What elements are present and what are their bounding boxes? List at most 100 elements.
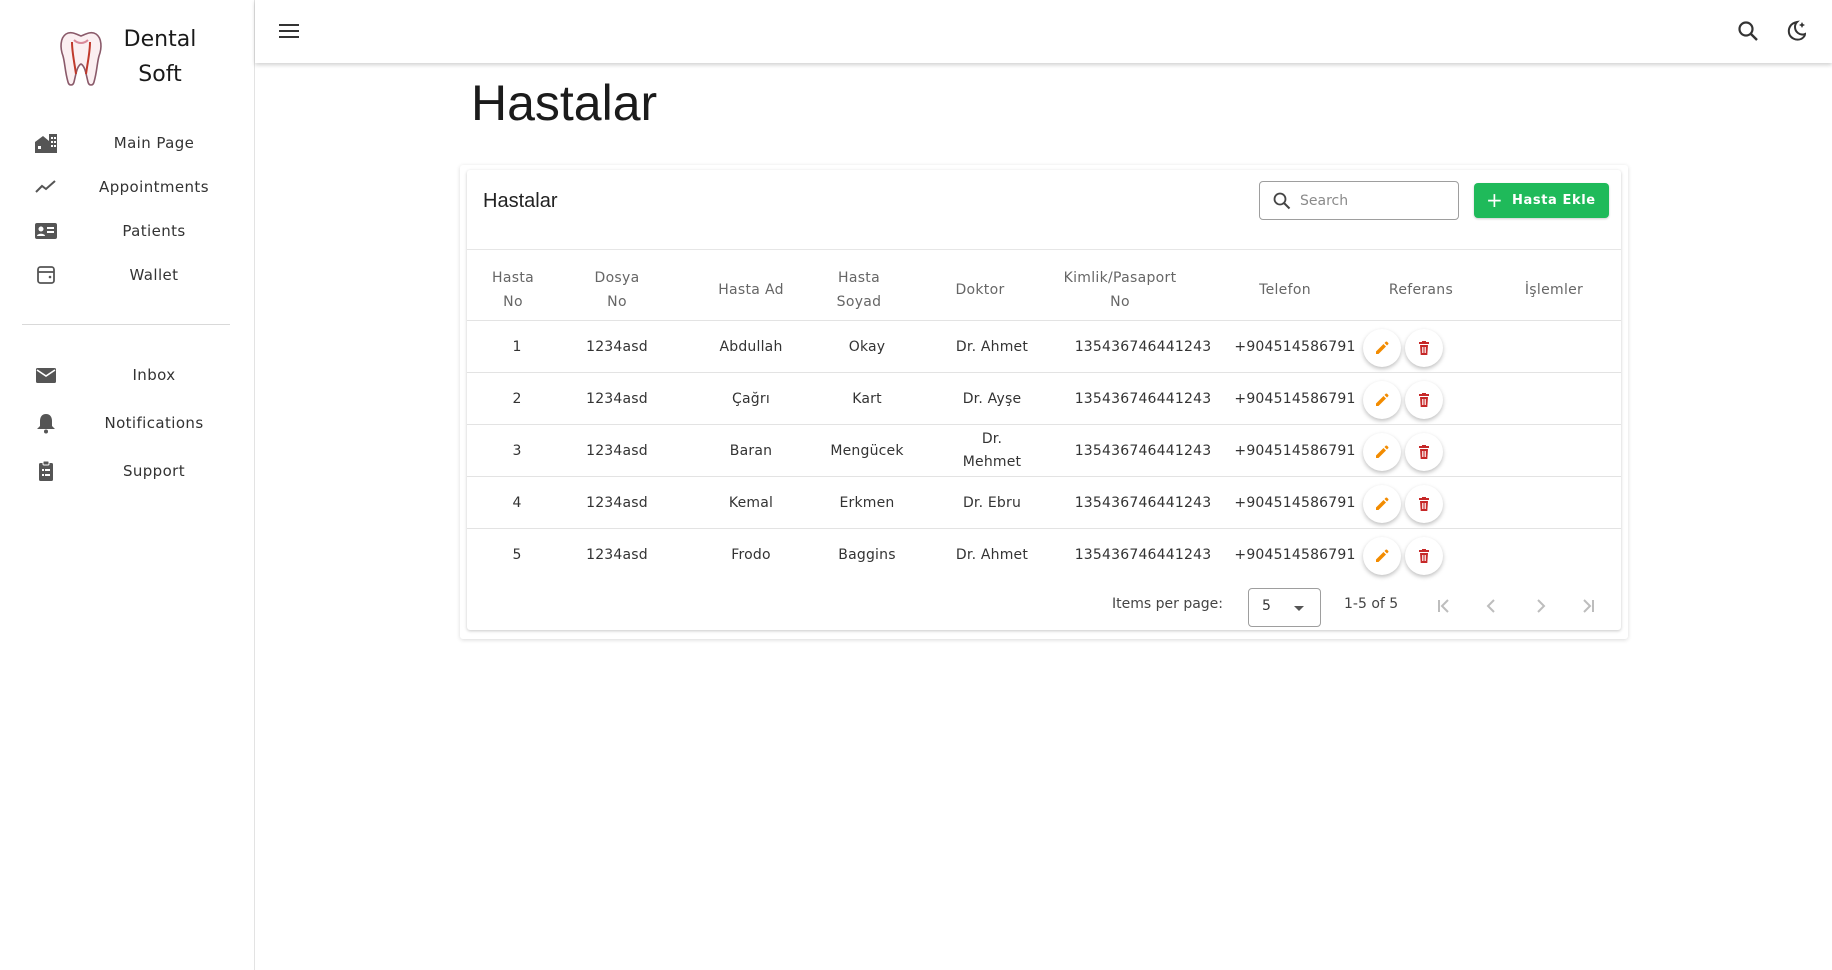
cell-kimlik-no: 135436746441243	[1074, 546, 1212, 563]
chevron-right-icon[interactable]	[1528, 594, 1552, 618]
brand-name-line1: Dental	[123, 27, 197, 52]
cell-hasta-soyad: Mengücek	[830, 442, 904, 459]
first-page-icon[interactable]	[1432, 594, 1456, 618]
id-card-icon	[35, 223, 57, 239]
cell-hasta-ad: Frodo	[731, 546, 771, 563]
cell-hasta-ad: Çağrı	[732, 390, 770, 407]
brand: Dental Soft	[0, 0, 255, 110]
delete-patient-button[interactable]	[1405, 381, 1443, 419]
cell-dosya-no: 1234asd	[586, 494, 648, 511]
dark-mode-icon[interactable]	[1783, 18, 1809, 44]
cell-kimlik-no: 135436746441243	[1074, 494, 1212, 511]
add-patient-button[interactable]: + Hasta Ekle	[1474, 183, 1609, 218]
pencil-icon	[1376, 497, 1389, 510]
sidebar-item-label: Support	[122, 462, 186, 480]
edit-patient-button[interactable]	[1363, 329, 1401, 367]
pencil-icon	[1376, 549, 1389, 562]
column-header-hasta-soyad[interactable]: Hasta Soyad	[803, 260, 915, 320]
trash-icon	[1419, 549, 1429, 563]
sidebar-item-label: Main Page	[113, 134, 195, 152]
delete-patient-button[interactable]	[1405, 433, 1443, 471]
cell-kimlik-no: 135436746441243	[1074, 338, 1212, 355]
sidebar-item-main-page[interactable]: Main Page	[0, 123, 255, 163]
plus-icon: +	[1486, 188, 1504, 212]
search-input[interactable]	[1300, 190, 1450, 212]
trash-icon	[1419, 445, 1429, 459]
clipboard-icon	[39, 460, 53, 481]
table-row: 2 1234asd Çağrı Kart Dr. Ayşe 135436746441243…	[467, 372, 1621, 424]
cell-telefon: +904514586791	[1234, 338, 1356, 355]
items-per-page-label: Items per page:	[1112, 596, 1224, 612]
edit-patient-button[interactable]	[1363, 433, 1401, 471]
tooth-logo-icon	[60, 31, 102, 86]
edit-patient-button[interactable]	[1363, 381, 1401, 419]
column-header-telefon[interactable]: Telefon	[1215, 260, 1355, 320]
cell-hasta-soyad: Erkmen	[839, 494, 895, 511]
pencil-icon	[1376, 393, 1389, 406]
chevron-left-icon[interactable]	[1480, 594, 1504, 618]
sidebar-item-appointments[interactable]: Appointments	[0, 167, 255, 207]
cell-doktor: Dr. Ahmet	[955, 546, 1029, 563]
column-header-doktor[interactable]: Doktor	[915, 260, 1045, 320]
table-row: 1 1234asd Abdullah Okay Dr. Ahmet 13543674644…	[467, 320, 1621, 372]
sidebar-item-notifications[interactable]: Notifications	[0, 403, 255, 443]
delete-patient-button[interactable]	[1405, 537, 1443, 575]
sidebar-item-label: Notifications	[104, 414, 204, 432]
table-row: 5 1234asd Frodo Baggins Dr. Ahmet 13543674644…	[467, 528, 1621, 580]
sidebar-item-inbox[interactable]: Inbox	[0, 355, 255, 395]
delete-patient-button[interactable]	[1405, 329, 1443, 367]
items-per-page-select[interactable]: 5	[1248, 588, 1321, 627]
search-icon	[1273, 192, 1291, 210]
sidebar-item-patients[interactable]: Patients	[0, 211, 255, 251]
search-field[interactable]	[1259, 181, 1459, 220]
cell-hasta-no: 4	[512, 494, 522, 511]
page-title: Hastalar	[471, 75, 658, 131]
trash-icon	[1419, 393, 1429, 407]
edit-patient-button[interactable]	[1363, 537, 1401, 575]
cell-telefon: +904514586791	[1234, 494, 1356, 511]
bell-icon	[37, 414, 55, 434]
cell-hasta-ad: Kemal	[728, 494, 774, 511]
table-row: 3 1234asd Baran Mengücek Dr. Mehmet 1354367464…	[467, 424, 1621, 476]
search-icon[interactable]	[1735, 18, 1761, 44]
column-header-kimlik-no[interactable]: Kimlik/Pasaport No	[1045, 260, 1195, 320]
cell-hasta-ad: Abdullah	[719, 338, 783, 355]
sidebar-item-label: Wallet	[129, 266, 179, 284]
column-header-referans[interactable]: Referans	[1355, 260, 1487, 320]
column-header-hasta-ad[interactable]: Hasta Ad	[699, 260, 803, 320]
topbar	[255, 0, 1832, 63]
delete-patient-button[interactable]	[1405, 485, 1443, 523]
column-header-islemler: İşlemler	[1524, 282, 1584, 298]
cell-dosya-no: 1234asd	[586, 338, 648, 355]
edit-patient-button[interactable]	[1363, 485, 1401, 523]
column-header-dosya-no[interactable]: Dosya No	[559, 260, 675, 320]
cell-hasta-no: 5	[512, 546, 522, 563]
mail-icon	[36, 368, 56, 383]
brand-name: Dental Soft	[110, 22, 210, 92]
column-header-hasta-no[interactable]: Hasta No	[467, 260, 559, 320]
cell-doktor: Dr. Ahmet	[955, 338, 1029, 355]
cell-kimlik-no: 135436746441243	[1074, 442, 1212, 459]
table-row: 4 1234asd Kemal Erkmen Dr. Ebru 1354367464412…	[467, 476, 1621, 528]
sidebar: Dental Soft Main Page Appointments Patie…	[0, 0, 255, 970]
cell-hasta-ad: Baran	[729, 442, 773, 459]
cell-telefon: +904514586791	[1234, 546, 1356, 563]
cell-hasta-no: 3	[512, 442, 522, 459]
home-icon	[35, 134, 57, 153]
cell-doktor: Dr. Ebru	[962, 494, 1022, 511]
sidebar-item-label: Appointments	[99, 178, 209, 196]
sidebar-item-label: Patients	[122, 222, 186, 240]
cell-kimlik-no: 135436746441243	[1074, 390, 1212, 407]
cell-hasta-no: 1	[512, 338, 522, 355]
cell-telefon: +904514586791	[1234, 390, 1356, 407]
sidebar-item-wallet[interactable]: Wallet	[0, 255, 255, 295]
cell-telefon: +904514586791	[1234, 442, 1356, 459]
cell-hasta-soyad: Kart	[852, 390, 882, 407]
sidebar-item-support[interactable]: Support	[0, 451, 255, 491]
menu-icon[interactable]	[276, 18, 302, 44]
cell-dosya-no: 1234asd	[586, 442, 648, 459]
last-page-icon[interactable]	[1576, 594, 1600, 618]
wallet-icon	[37, 266, 55, 284]
trash-icon	[1419, 497, 1429, 511]
card-header-divider	[467, 249, 1621, 250]
